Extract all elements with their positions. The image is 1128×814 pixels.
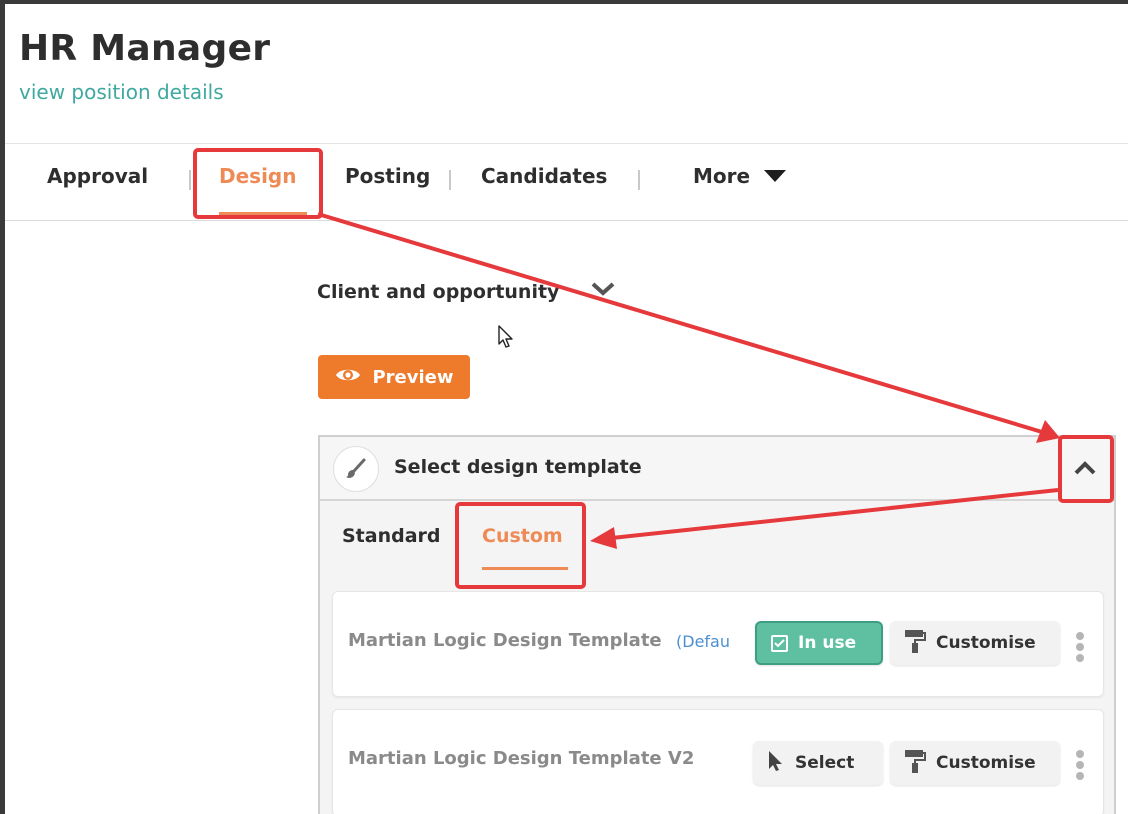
- arrow-design-to-toggle: [317, 212, 1043, 434]
- select-button[interactable]: Select: [753, 741, 883, 785]
- more-options-icon[interactable]: [1076, 750, 1084, 780]
- subtab-standard[interactable]: Standard: [342, 525, 441, 547]
- template-name: Martian Logic Design Template V2: [348, 748, 695, 769]
- checkbox-checked-icon: [771, 634, 788, 652]
- main-tab-bar: Approval Design Posting Candidates More: [5, 143, 1128, 221]
- pointer-icon: [767, 749, 785, 778]
- design-template-panel: Select design template Standard Custom M…: [318, 435, 1116, 814]
- paint-roller-icon: [904, 748, 926, 779]
- paintbrush-icon: [333, 446, 379, 492]
- client-opportunity-label[interactable]: Client and opportunity: [317, 281, 559, 303]
- tab-candidates[interactable]: Candidates: [481, 164, 607, 188]
- tab-approval[interactable]: Approval: [47, 164, 148, 188]
- template-name: Martian Logic Design Template: [348, 630, 662, 651]
- subtab-custom[interactable]: Custom: [482, 525, 563, 547]
- tab-posting[interactable]: Posting: [345, 164, 430, 188]
- mouse-cursor-icon: [497, 324, 515, 354]
- tab-design[interactable]: Design: [219, 164, 296, 188]
- window-frame-left: [0, 0, 5, 814]
- preview-button[interactable]: Preview: [318, 355, 470, 399]
- template-card: Martian Logic Design Template (Defau In …: [332, 591, 1104, 697]
- tab-more[interactable]: More: [693, 164, 787, 188]
- customise-label: Customise: [936, 633, 1036, 653]
- in-use-button[interactable]: In use: [755, 621, 883, 665]
- caret-down-icon: [764, 169, 787, 182]
- customise-button[interactable]: Customise: [890, 741, 1060, 785]
- default-tag: (Defau: [676, 632, 730, 651]
- chevron-up-icon[interactable]: [1070, 453, 1100, 483]
- tab-more-label: More: [693, 164, 751, 188]
- panel-header[interactable]: Select design template: [320, 437, 1114, 501]
- eye-icon: [334, 365, 362, 390]
- window-frame-top: [0, 0, 1128, 4]
- tab-separator: [189, 170, 191, 190]
- preview-button-label: Preview: [372, 366, 454, 388]
- customise-label: Customise: [936, 753, 1036, 773]
- in-use-label: In use: [798, 633, 857, 653]
- view-position-details-link[interactable]: view position details: [19, 80, 224, 104]
- more-options-icon[interactable]: [1076, 632, 1084, 662]
- template-card: Martian Logic Design Template V2 Select …: [332, 709, 1104, 814]
- subtab-custom-underline: [482, 567, 568, 570]
- select-label: Select: [795, 753, 855, 773]
- paint-roller-icon: [904, 628, 926, 659]
- page-title: HR Manager: [19, 28, 271, 69]
- chevron-down-icon[interactable]: [590, 280, 616, 302]
- tab-separator: [449, 170, 451, 190]
- tab-design-underline: [219, 212, 307, 215]
- customise-button[interactable]: Customise: [890, 621, 1060, 665]
- tab-separator: [638, 170, 640, 190]
- panel-title: Select design template: [394, 456, 642, 478]
